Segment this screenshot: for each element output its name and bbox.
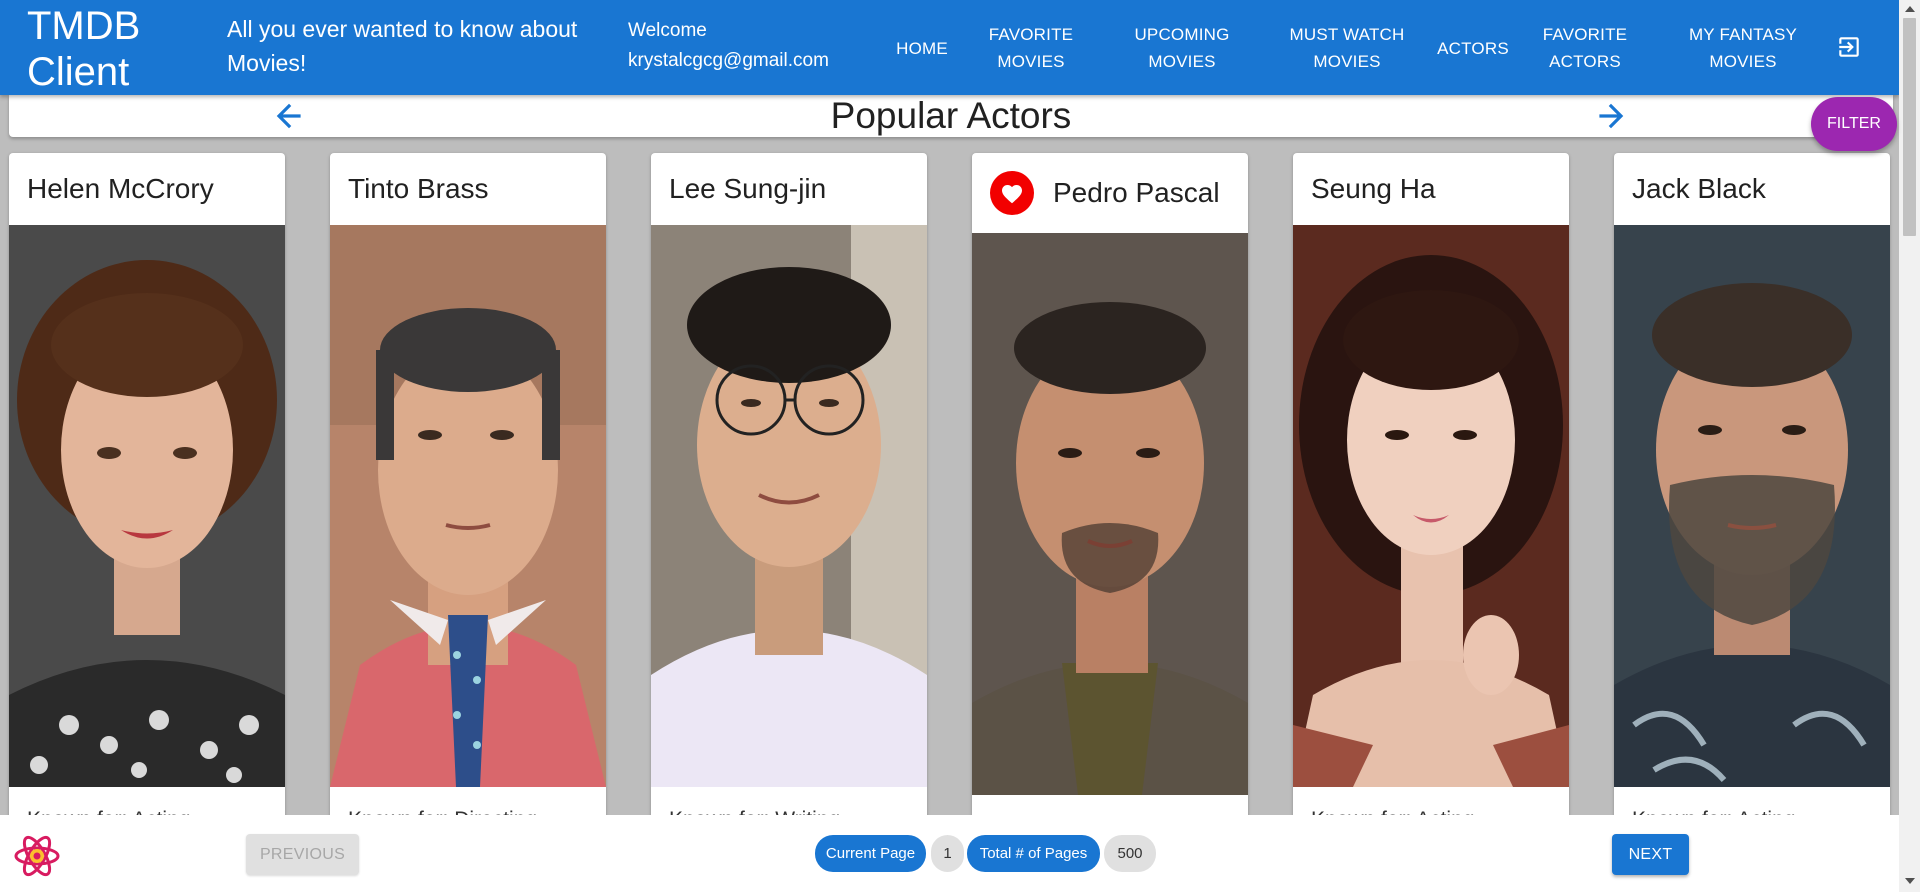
nav-favorite-movies[interactable]: Favorite Movies bbox=[988, 18, 1074, 78]
nav-my-fantasy-movies[interactable]: My Fantasy Movies bbox=[1680, 18, 1806, 78]
pagination-bar: Previous Current Page 1 Total # of Pages… bbox=[0, 815, 1899, 892]
current-page-label: Current Page bbox=[815, 835, 926, 872]
scroll-down-icon[interactable] bbox=[1905, 878, 1915, 884]
nav-must-watch-movies[interactable]: Must Watch Movies bbox=[1288, 18, 1406, 78]
current-page-value: 1 bbox=[931, 835, 964, 872]
card-header: Pedro Pascal bbox=[972, 153, 1248, 233]
welcome-label: Welcome bbox=[628, 20, 707, 41]
vertical-scrollbar[interactable] bbox=[1899, 0, 1920, 892]
page-header: Popular Actors bbox=[9, 95, 1893, 137]
card-header: Helen McCrory bbox=[9, 153, 285, 225]
react-logo-icon bbox=[14, 835, 60, 877]
card-header: Jack Black bbox=[1614, 153, 1890, 225]
filter-button[interactable]: FILTER bbox=[1811, 97, 1897, 151]
actor-card[interactable]: Tinto Brass Known for: Directing bbox=[330, 153, 606, 833]
previous-button[interactable]: Previous bbox=[246, 834, 359, 875]
actor-photo[interactable] bbox=[651, 225, 927, 787]
favorite-heart-icon bbox=[990, 171, 1034, 215]
card-header: Seung Ha bbox=[1293, 153, 1569, 225]
actor-photo[interactable] bbox=[972, 233, 1248, 795]
actor-photo[interactable] bbox=[9, 225, 285, 787]
next-button[interactable]: Next bbox=[1612, 834, 1689, 875]
app-brand: TMDB Client bbox=[27, 4, 141, 94]
user-email: krystalcgcg@gmail.com bbox=[628, 50, 829, 71]
nav-favorite-actors[interactable]: Favorite Actors bbox=[1540, 18, 1630, 78]
total-pages-label: Total # of Pages bbox=[967, 835, 1100, 872]
card-header: Tinto Brass bbox=[330, 153, 606, 225]
actor-photo[interactable] bbox=[1293, 225, 1569, 787]
arrow-left-icon[interactable] bbox=[267, 95, 311, 137]
actor-card[interactable]: Jack Black Known for: Acting bbox=[1614, 153, 1890, 833]
actor-name: Lee Sung-jin bbox=[669, 173, 827, 204]
arrow-right-icon[interactable] bbox=[1589, 95, 1633, 137]
app-bar: TMDB Client All you ever wanted to know … bbox=[0, 0, 1899, 95]
actor-name: Seung Ha bbox=[1311, 173, 1436, 204]
welcome-message: Welcome krystalcgcg@gmail.com bbox=[628, 16, 829, 76]
actor-name: Tinto Brass bbox=[348, 173, 489, 204]
total-pages-value: 500 bbox=[1104, 835, 1156, 872]
actor-card[interactable]: Pedro Pascal bbox=[972, 153, 1248, 833]
actor-name: Pedro Pascal bbox=[1053, 177, 1220, 208]
actor-photo[interactable] bbox=[1614, 225, 1890, 787]
nav-home[interactable]: Home bbox=[892, 18, 952, 78]
logout-icon[interactable] bbox=[1836, 34, 1862, 60]
actor-card[interactable]: Helen McCrory Known for: Acting bbox=[9, 153, 285, 833]
scrollbar-thumb[interactable] bbox=[1903, 18, 1916, 236]
actor-card[interactable]: Seung Ha Known for: Acting bbox=[1293, 153, 1569, 833]
card-header: Lee Sung-jin bbox=[651, 153, 927, 225]
actor-name: Jack Black bbox=[1632, 173, 1766, 204]
scroll-up-icon[interactable] bbox=[1905, 6, 1915, 12]
actor-name: Helen McCrory bbox=[27, 173, 214, 204]
nav-upcoming-movies[interactable]: Upcoming Movies bbox=[1128, 18, 1236, 78]
actor-card[interactable]: Lee Sung-jin Known for: Writing bbox=[651, 153, 927, 833]
app-tagline: All you ever wanted to know about Movies… bbox=[227, 16, 578, 76]
actor-photo[interactable] bbox=[330, 225, 606, 787]
nav-actors[interactable]: Actors bbox=[1436, 18, 1510, 78]
